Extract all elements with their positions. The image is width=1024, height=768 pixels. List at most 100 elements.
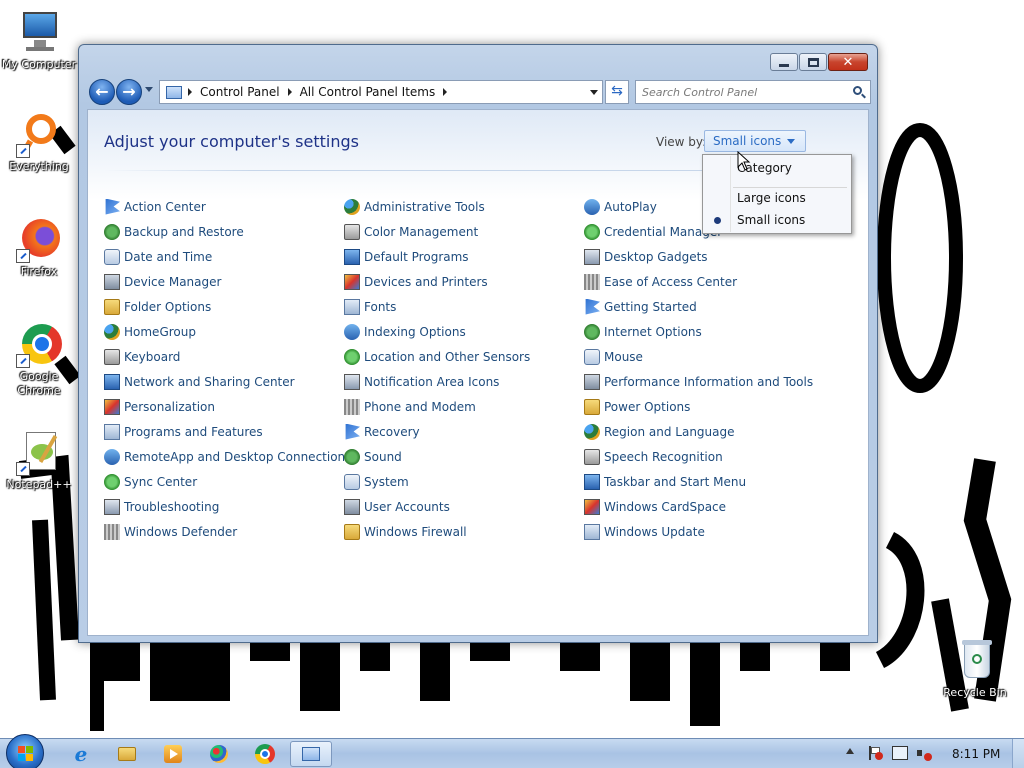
control-panel-item-user-accounts[interactable]: User Accounts	[344, 494, 530, 519]
search-icon[interactable]	[853, 86, 862, 95]
desktop-icon-google-chrome[interactable]: Google Chrome	[0, 322, 78, 398]
desktop-icon-everything[interactable]: Everything	[0, 112, 78, 174]
taskbar-internet-explorer[interactable]: e	[60, 741, 102, 767]
control-panel-item-sound[interactable]: Sound	[344, 444, 530, 469]
forward-button[interactable]: →	[116, 79, 142, 105]
recent-pages-dropdown[interactable]	[145, 87, 153, 92]
control-panel-item-label: Windows CardSpace	[604, 499, 727, 514]
control-panel-item-desktop-gadgets[interactable]: Desktop Gadgets	[584, 244, 813, 269]
show-hidden-icons[interactable]	[846, 748, 854, 754]
control-panel-item-windows-update[interactable]: Windows Update	[584, 519, 813, 544]
control-panel-item-recovery[interactable]: Recovery	[344, 419, 530, 444]
minimize-button[interactable]	[770, 53, 798, 71]
control-panel-item-remoteapp-and-desktop-connections[interactable]: RemoteApp and Desktop Connections	[104, 444, 351, 469]
menu-item-category[interactable]: Category	[704, 157, 850, 179]
control-panel-item-notification-area-icons[interactable]: Notification Area Icons	[344, 369, 530, 394]
control-panel-item-date-and-time[interactable]: Date and Time	[104, 244, 351, 269]
taskbar-clock[interactable]: 8:11 PM	[952, 747, 1000, 761]
start-button[interactable]	[6, 734, 44, 768]
control-panel-item-label: AutoPlay	[604, 199, 657, 214]
taskbar-google-chrome[interactable]	[244, 741, 286, 767]
taskbar-paint[interactable]	[198, 741, 240, 767]
action-center-flag-icon[interactable]	[868, 746, 883, 760]
devices-and-printers-icon	[344, 273, 360, 290]
control-panel-item-keyboard[interactable]: Keyboard	[104, 344, 351, 369]
control-panel-item-action-center[interactable]: Action Center	[104, 194, 351, 219]
control-panel-item-default-programs[interactable]: Default Programs	[344, 244, 530, 269]
search-input[interactable]	[642, 82, 842, 102]
breadcrumb-control-panel[interactable]: Control Panel	[200, 85, 280, 99]
network-icon[interactable]	[892, 746, 908, 760]
control-panel-item-devices-and-printers[interactable]: Devices and Printers	[344, 269, 530, 294]
desktop-icon-notepad-plus-plus[interactable]: Notepad++	[0, 430, 78, 492]
view-by-dropdown[interactable]: Small icons	[704, 130, 807, 152]
control-panel-item-ease-of-access-center[interactable]: Ease of Access Center	[584, 269, 813, 294]
address-bar[interactable]: Control Panel All Control Panel Items	[159, 80, 603, 104]
control-panel-item-label: Taskbar and Start Menu	[604, 474, 747, 489]
control-panel-item-label: Windows Firewall	[364, 524, 467, 539]
control-panel-item-performance-information-and-tools[interactable]: Performance Information and Tools	[584, 369, 813, 394]
control-panel-item-windows-firewall[interactable]: Windows Firewall	[344, 519, 530, 544]
chrome-icon	[255, 744, 275, 764]
shortcut-arrow-icon	[16, 144, 30, 158]
control-panel-item-backup-and-restore[interactable]: Backup and Restore	[104, 219, 351, 244]
control-panel-item-label: Network and Sharing Center	[124, 374, 295, 389]
control-panel-item-sync-center[interactable]: Sync Center	[104, 469, 351, 494]
breadcrumb-separator-icon[interactable]	[443, 88, 448, 96]
control-panel-item-label: Troubleshooting	[124, 499, 220, 514]
back-button[interactable]: ←	[89, 79, 115, 105]
control-panel-item-label: Color Management	[364, 224, 479, 239]
desktop-icon-recycle-bin[interactable]: Recycle Bin	[936, 638, 1014, 700]
search-box[interactable]	[635, 80, 871, 104]
control-panel-item-power-options[interactable]: Power Options	[584, 394, 813, 419]
chevron-down-icon	[787, 138, 796, 144]
internet-explorer-icon: e	[74, 742, 88, 766]
menu-item-small-icons[interactable]: Small icons	[704, 209, 850, 231]
desktop-icon-firefox[interactable]: Firefox	[0, 217, 78, 279]
control-panel-item-color-management[interactable]: Color Management	[344, 219, 530, 244]
close-button[interactable]: ✕	[828, 53, 868, 71]
volume-muted-icon[interactable]	[916, 746, 932, 762]
control-panel-item-personalization[interactable]: Personalization	[104, 394, 351, 419]
control-panel-item-getting-started[interactable]: Getting Started	[584, 294, 813, 319]
breadcrumb-all-items[interactable]: All Control Panel Items	[300, 85, 436, 99]
action-center-icon	[105, 198, 120, 215]
back-arrow-icon: ←	[95, 82, 109, 101]
control-panel-item-taskbar-and-start-menu[interactable]: Taskbar and Start Menu	[584, 469, 813, 494]
control-panel-item-programs-and-features[interactable]: Programs and Features	[104, 419, 351, 444]
control-panel-item-windows-cardspace[interactable]: Windows CardSpace	[584, 494, 813, 519]
control-panel-item-homegroup[interactable]: HomeGroup	[104, 319, 351, 344]
control-panel-item-indexing-options[interactable]: Indexing Options	[344, 319, 530, 344]
address-history-dropdown[interactable]	[590, 90, 598, 95]
control-panel-item-administrative-tools[interactable]: Administrative Tools	[344, 194, 530, 219]
desktop-icon-my-computer[interactable]: My Computer	[0, 10, 78, 72]
control-panel-window[interactable]: ✕ ← → Control Panel All Control Panel It…	[78, 44, 878, 643]
show-desktop-button[interactable]	[1012, 739, 1024, 768]
control-panel-item-device-manager[interactable]: Device Manager	[104, 269, 351, 294]
control-panel-item-label: Keyboard	[124, 349, 181, 364]
power-options-icon	[584, 398, 600, 415]
breadcrumb-separator-icon[interactable]	[188, 88, 192, 96]
control-panel-item-folder-options[interactable]: Folder Options	[104, 294, 351, 319]
control-panel-item-mouse[interactable]: Mouse	[584, 344, 813, 369]
control-panel-item-phone-and-modem[interactable]: Phone and Modem	[344, 394, 530, 419]
refresh-button[interactable]: ⇆	[605, 80, 629, 104]
control-panel-item-speech-recognition[interactable]: Speech Recognition	[584, 444, 813, 469]
control-panel-item-internet-options[interactable]: Internet Options	[584, 319, 813, 344]
control-panel-item-fonts[interactable]: Fonts	[344, 294, 530, 319]
region-and-language-icon	[584, 423, 600, 440]
taskbar-windows-explorer[interactable]	[106, 741, 148, 767]
menu-item-large-icons[interactable]: Large icons	[704, 187, 850, 209]
control-panel-item-system[interactable]: System	[344, 469, 530, 494]
maximize-button[interactable]	[799, 53, 827, 71]
control-panel-item-network-and-sharing-center[interactable]: Network and Sharing Center	[104, 369, 351, 394]
breadcrumb-separator-icon[interactable]	[287, 88, 292, 96]
control-panel-item-location-and-other-sensors[interactable]: Location and Other Sensors	[344, 344, 530, 369]
taskbar-media-player[interactable]	[152, 741, 194, 767]
control-panel-item-region-and-language[interactable]: Region and Language	[584, 419, 813, 444]
control-panel-item-label: User Accounts	[364, 499, 450, 514]
control-panel-item-label: Indexing Options	[364, 324, 466, 339]
control-panel-item-windows-defender[interactable]: Windows Defender	[104, 519, 351, 544]
control-panel-item-troubleshooting[interactable]: Troubleshooting	[104, 494, 351, 519]
taskbar-control-panel[interactable]	[290, 741, 332, 767]
